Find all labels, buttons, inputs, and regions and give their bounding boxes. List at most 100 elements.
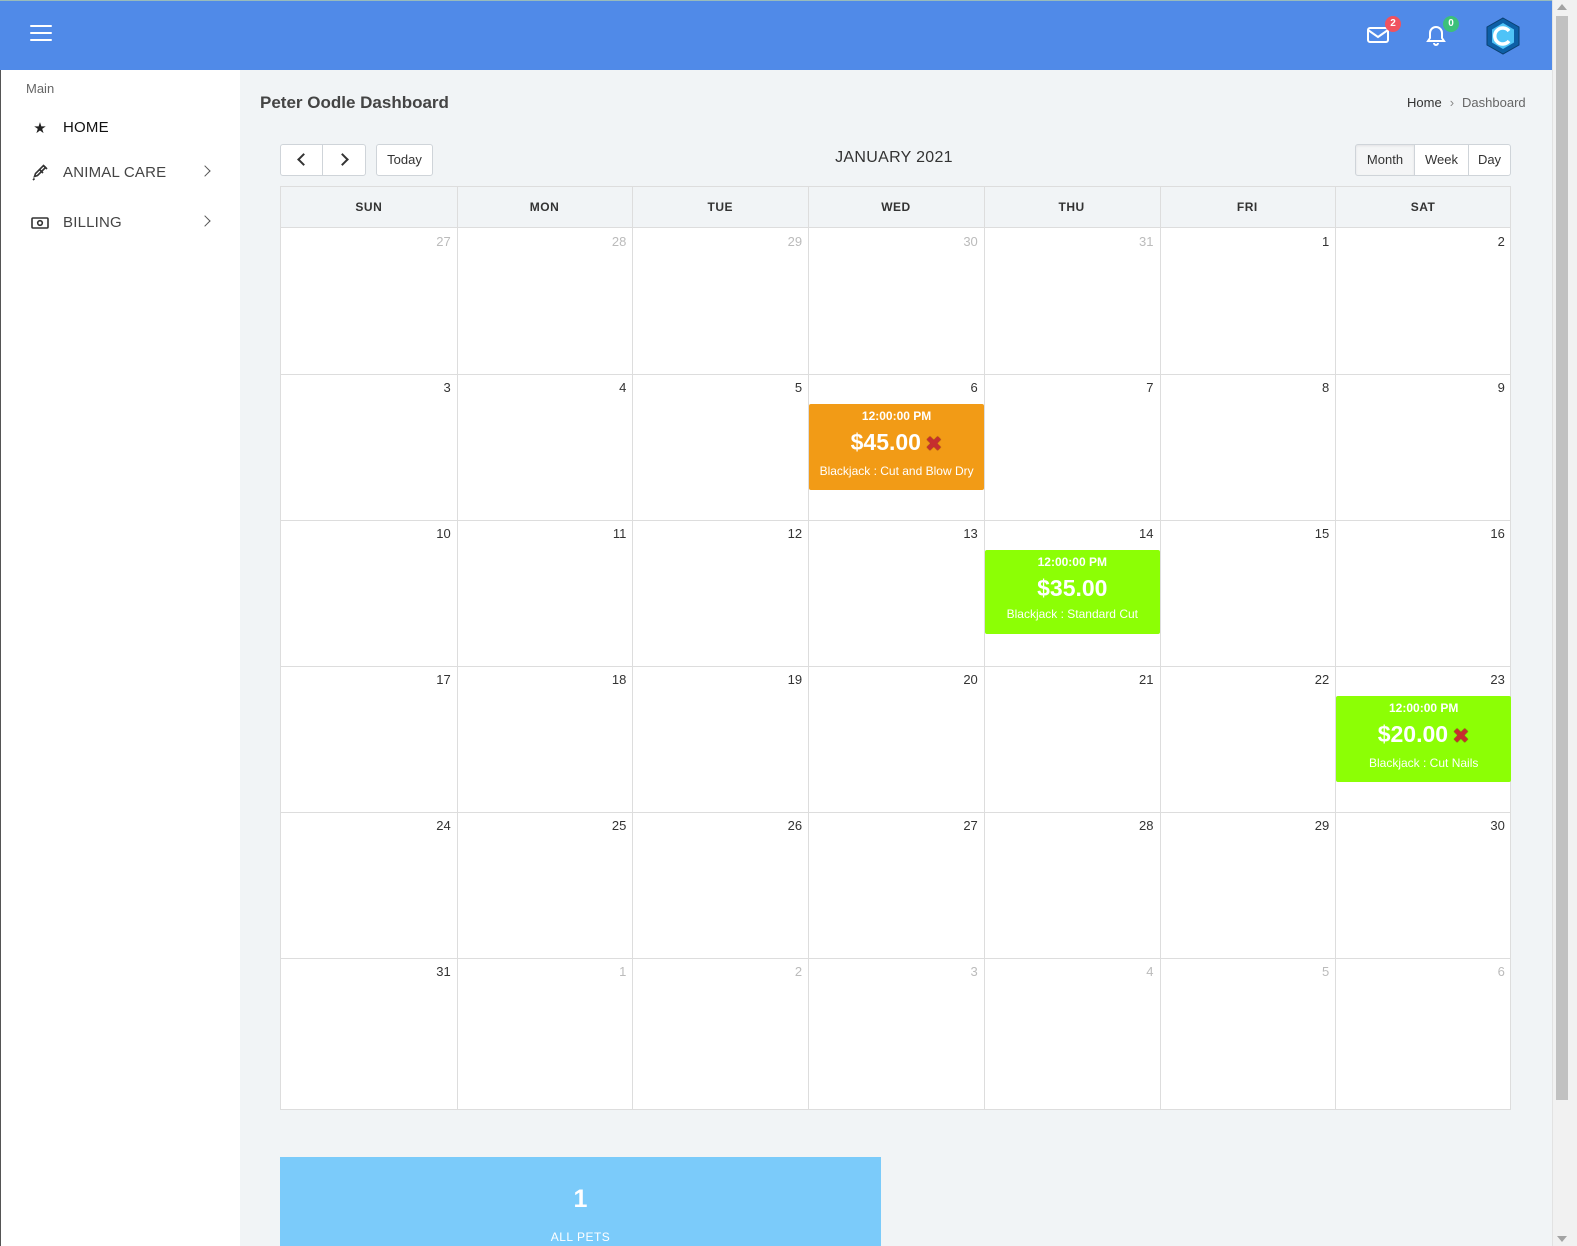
day-number[interactable]: 28 [1113,818,1153,833]
day-number[interactable]: 3 [938,964,978,979]
day-cell[interactable]: 31 [984,228,1160,374]
day-number[interactable]: 12 [762,526,802,541]
day-cell[interactable]: 2 [1335,228,1511,374]
calendar-event[interactable]: 12:00:00 PM $35.00 Blackjack : Standard Cu… [984,550,1160,634]
day-number[interactable]: 8 [1289,380,1329,395]
day-cell[interactable]: 22 [1160,666,1336,812]
prev-month-button[interactable] [280,144,323,176]
day-number[interactable]: 4 [586,380,626,395]
day-number[interactable]: 19 [762,672,802,687]
day-number[interactable]: 4 [1113,964,1153,979]
day-cell[interactable]: 3 [808,958,984,1110]
day-cell[interactable]: 25 [457,812,633,958]
day-cell[interactable]: 28 [457,228,633,374]
day-cell[interactable]: 19 [632,666,808,812]
day-cell[interactable]: 4 [457,374,633,520]
day-cell[interactable]: 13 [808,520,984,666]
page-scrollbar[interactable] [1552,0,1577,1246]
sidebar-item-animal-care[interactable]: ANIMAL CARE [1,154,241,194]
day-cell[interactable]: 18 [457,666,633,812]
user-avatar-logo-icon[interactable] [1485,17,1521,55]
day-cell[interactable]: 1 [1160,228,1336,374]
today-button[interactable]: Today [376,144,433,176]
day-cell[interactable]: 16 [1335,520,1511,666]
month-view-button[interactable]: Month [1355,144,1415,176]
day-number[interactable]: 18 [586,672,626,687]
day-view-button[interactable]: Day [1468,144,1511,176]
day-cell[interactable]: 3 [281,374,457,520]
day-number[interactable]: 5 [762,380,802,395]
cancelled-x-icon[interactable]: ✖ [1452,724,1470,750]
day-number[interactable]: 9 [1465,380,1505,395]
day-cell[interactable]: 23 12:00:00 PM $20.00 ✖ Blackjack : Cut Nail… [1335,666,1512,812]
day-cell[interactable]: 12 [632,520,808,666]
scroll-up-icon[interactable] [1557,4,1567,10]
day-cell[interactable]: 15 [1160,520,1336,666]
day-number[interactable]: 13 [938,526,977,541]
day-number[interactable]: 21 [1113,672,1153,687]
day-cell[interactable]: 28 [984,812,1160,958]
day-cell[interactable]: 5 [1160,958,1336,1110]
day-cell[interactable]: 27 [281,228,457,374]
day-number[interactable]: 29 [1289,818,1329,833]
day-cell[interactable]: 8 [1160,374,1336,520]
day-number[interactable]: 30 [1465,818,1504,833]
day-number[interactable]: 26 [762,818,802,833]
day-cell[interactable]: 14 12:00:00 PM $35.00 Blackjack : Standard … [984,520,1160,666]
day-cell[interactable]: 20 [808,666,984,812]
bell-icon[interactable]: 0 [1424,16,1459,49]
day-number[interactable]: 2 [762,964,802,979]
breadcrumb-home-link[interactable]: Home [1407,95,1442,110]
day-cell[interactable]: 9 [1335,374,1511,520]
day-number[interactable]: 6 [1465,964,1505,979]
scroll-down-icon[interactable] [1557,1236,1567,1242]
day-cell[interactable]: 11 [457,520,633,666]
day-number[interactable]: 31 [411,964,450,979]
day-cell[interactable]: 29 [1160,812,1336,958]
scroll-thumb[interactable] [1556,16,1568,1100]
day-number[interactable]: 1 [586,964,626,979]
day-number[interactable]: 31 [1113,234,1153,249]
day-cell[interactable]: 6 [1335,958,1511,1110]
day-cell[interactable]: 24 [281,812,457,958]
day-cell[interactable]: 30 [1335,812,1511,958]
day-cell[interactable]: 5 [632,374,808,520]
calendar-event[interactable]: 12:00:00 PM $20.00 ✖ Blackjack : Cut Nails [1336,696,1512,782]
calendar-event[interactable]: 12:00:00 PM $45.00 ✖ Blackjack : Cut and Bl… [809,404,985,490]
next-month-button[interactable] [322,144,366,176]
day-number[interactable]: 27 [938,818,977,833]
day-number[interactable]: 28 [586,234,626,249]
day-cell[interactable]: 4 [984,958,1160,1110]
day-number[interactable]: 27 [411,234,450,249]
day-cell[interactable]: 17 [281,666,457,812]
day-number[interactable]: 5 [1289,964,1329,979]
day-number[interactable]: 20 [938,672,977,687]
day-number[interactable]: 14 [1113,526,1153,541]
mail-icon[interactable]: 2 [1366,16,1401,49]
day-number[interactable]: 23 [1465,672,1504,687]
day-number[interactable]: 6 [938,380,978,395]
day-cell[interactable]: 10 [281,520,457,666]
day-cell[interactable]: 30 [808,228,984,374]
day-number[interactable]: 15 [1289,526,1329,541]
day-number[interactable]: 10 [411,526,450,541]
day-cell[interactable]: 26 [632,812,808,958]
day-number[interactable]: 2 [1465,234,1505,249]
all-pets-card[interactable]: 1 ALL PETS [280,1157,881,1246]
day-number[interactable]: 30 [938,234,977,249]
day-number[interactable]: 17 [411,672,450,687]
day-cell[interactable]: 27 [808,812,984,958]
menu-toggle-icon[interactable] [30,25,52,43]
day-number[interactable]: 25 [586,818,626,833]
day-number[interactable]: 3 [411,380,450,395]
day-number[interactable]: 24 [411,818,450,833]
day-number[interactable]: 16 [1465,526,1504,541]
sidebar-item-billing[interactable]: BILLING [1,204,241,244]
day-number[interactable]: 7 [1113,380,1153,395]
cancelled-x-icon[interactable]: ✖ [925,432,943,458]
day-cell[interactable]: 7 [984,374,1160,520]
day-cell[interactable]: 1 [457,958,633,1110]
day-number[interactable]: 1 [1289,234,1329,249]
day-cell[interactable]: 29 [632,228,808,374]
day-cell[interactable]: 31 [281,958,457,1110]
